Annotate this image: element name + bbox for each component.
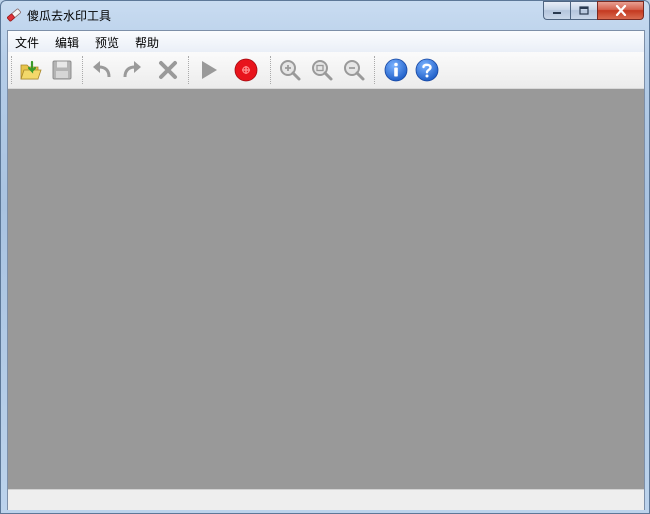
delete-icon[interactable]	[156, 58, 180, 82]
status-bar	[8, 489, 644, 510]
menu-help[interactable]: 帮助	[135, 34, 159, 51]
zoom-out-icon[interactable]	[342, 58, 366, 82]
toolbar	[8, 52, 644, 89]
close-button[interactable]	[597, 1, 644, 20]
toolbar-separator	[374, 56, 377, 84]
maximize-button[interactable]	[570, 1, 597, 20]
maximize-icon	[579, 6, 589, 15]
eraser-icon	[7, 8, 21, 22]
toolbar-separator	[270, 56, 273, 84]
title-bar[interactable]: 傻瓜去水印工具	[1, 1, 649, 29]
minimize-button[interactable]	[543, 1, 570, 20]
help-icon[interactable]	[415, 58, 439, 82]
toolbar-grip[interactable]	[11, 56, 14, 84]
menu-file[interactable]: 文件	[15, 34, 39, 51]
zoom-in-icon[interactable]	[278, 58, 302, 82]
open-folder-icon[interactable]	[18, 58, 42, 82]
menu-preview[interactable]: 预览	[95, 34, 119, 51]
toolbar-separator	[82, 56, 85, 84]
image-canvas[interactable]	[8, 89, 644, 489]
toolbar-separator	[188, 56, 191, 84]
redo-icon[interactable]	[120, 58, 144, 82]
close-icon	[615, 5, 626, 16]
caption-buttons	[543, 1, 644, 21]
main-window: 傻瓜去水印工具 文件 编辑 预览 帮助	[0, 0, 650, 514]
info-icon[interactable]	[384, 58, 408, 82]
record-stop-icon[interactable]	[234, 58, 258, 82]
zoom-fit-icon[interactable]	[310, 58, 334, 82]
save-icon[interactable]	[50, 58, 74, 82]
play-icon[interactable]	[196, 58, 220, 82]
window-title: 傻瓜去水印工具	[27, 9, 112, 23]
menu-bar: 文件 编辑 预览 帮助	[8, 31, 644, 52]
minimize-icon	[553, 11, 561, 14]
menu-edit[interactable]: 编辑	[55, 34, 79, 51]
undo-icon[interactable]	[90, 58, 114, 82]
client-area: 文件 编辑 预览 帮助	[7, 30, 645, 510]
